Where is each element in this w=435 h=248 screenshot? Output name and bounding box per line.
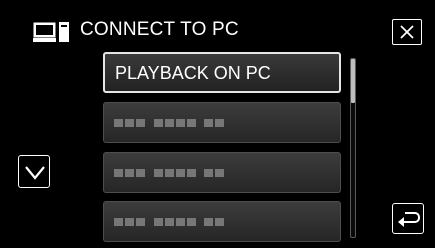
return-arrow-icon bbox=[398, 212, 420, 227]
close-button[interactable] bbox=[392, 19, 422, 45]
placeholder-text-blocks bbox=[114, 169, 224, 177]
placeholder-text-blocks bbox=[114, 119, 224, 127]
menu-item-label: PLAYBACK ON PC bbox=[115, 63, 271, 83]
scroll-down-button[interactable] bbox=[18, 155, 50, 188]
placeholder-text-blocks bbox=[114, 218, 224, 226]
back-button[interactable] bbox=[392, 203, 424, 234]
menu-item-playback-on-pc[interactable]: PLAYBACK ON PC bbox=[103, 52, 341, 93]
menu-item-unavailable bbox=[103, 152, 341, 193]
menu-item-unavailable bbox=[103, 201, 341, 242]
page-title: CONNECT TO PC bbox=[80, 19, 239, 40]
menu-item-unavailable bbox=[103, 102, 341, 143]
scrollbar-thumb[interactable] bbox=[351, 59, 355, 103]
chevron-down-icon bbox=[25, 166, 45, 180]
pc-connection-icon bbox=[33, 22, 69, 42]
menu-scrollbar[interactable] bbox=[350, 58, 356, 238]
connect-to-pc-screen: CONNECT TO PC PLAYBACK ON PC bbox=[0, 0, 435, 248]
close-icon bbox=[400, 25, 414, 39]
